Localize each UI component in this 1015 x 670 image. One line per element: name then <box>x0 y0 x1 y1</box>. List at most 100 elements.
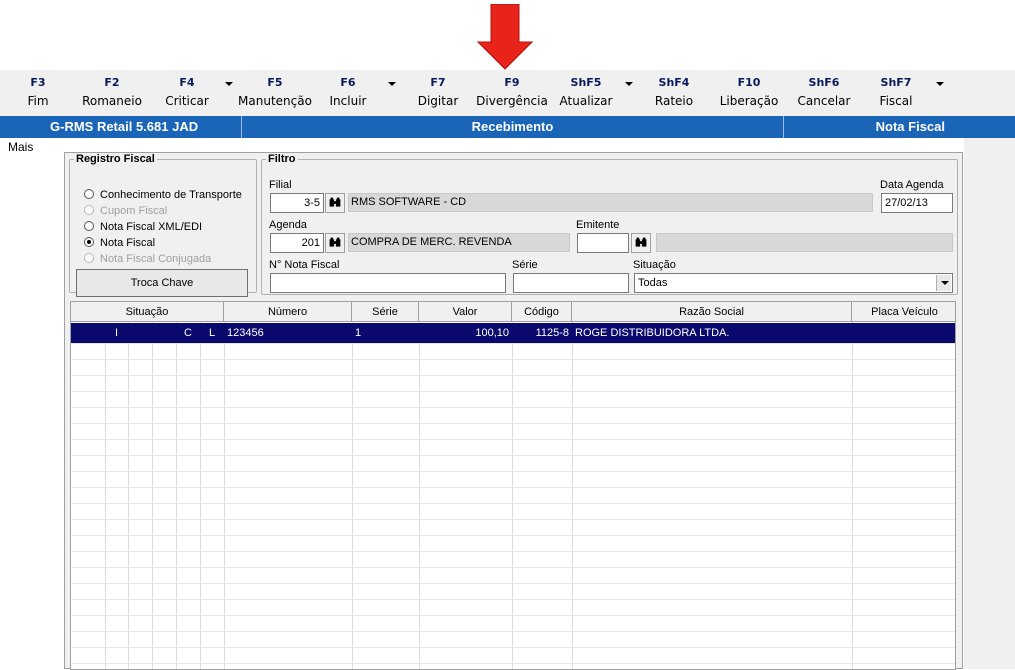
radio-nota-fiscal-xml-edi[interactable]: Nota Fiscal XML/EDI <box>84 219 202 235</box>
situacao-select[interactable]: Todas <box>634 273 953 293</box>
situacao-value: Todas <box>638 277 668 289</box>
digitar-button[interactable]: F7 Digitar <box>414 75 462 115</box>
filtro-group: Filtro Filial 3-5 RMS SOFTWARE - CD Data… <box>261 153 958 295</box>
filial-input[interactable]: 3-5 <box>270 193 324 213</box>
key-label: ShF6 <box>808 76 840 89</box>
module-title: Recebimento <box>471 119 554 134</box>
grid-line <box>71 439 955 440</box>
chevron-down-icon[interactable] <box>936 275 951 291</box>
button-label: Liberação <box>719 94 779 108</box>
data-agenda-input[interactable]: 27/02/13 <box>881 193 953 213</box>
emitente-input[interactable] <box>577 233 629 253</box>
placa-veiculo-cell <box>852 323 955 343</box>
manutencao-button[interactable]: F5 Manutenção <box>238 75 312 115</box>
registro-fiscal-legend: Registro Fiscal <box>76 153 155 165</box>
button-label: Divergência <box>476 94 548 108</box>
grid-line <box>71 519 955 520</box>
radio-label: Conhecimento de Transporte <box>100 189 242 201</box>
cancelar-button[interactable]: ShF6 Cancelar <box>795 75 853 115</box>
col-header-valor[interactable]: Valor <box>419 302 512 322</box>
screen-title: Nota Fiscal <box>875 119 945 134</box>
key-label: F6 <box>340 76 356 89</box>
grid-line <box>71 375 955 376</box>
incluir-dropdown-icon[interactable] <box>388 82 396 86</box>
grid-line <box>71 551 955 552</box>
grid-line <box>71 503 955 504</box>
filtro-legend: Filtro <box>268 153 296 165</box>
binoculars-icon[interactable] <box>325 193 345 213</box>
col-header-serie[interactable]: Série <box>352 302 419 322</box>
key-label: ShF5 <box>570 76 602 89</box>
binoculars-icon[interactable] <box>325 233 345 253</box>
serie-label: Série <box>512 259 538 271</box>
fiscal-dropdown-icon[interactable] <box>936 82 944 86</box>
mais-link[interactable]: Mais <box>8 140 33 154</box>
nota-fiscal-input[interactable] <box>270 273 506 293</box>
col-header-numero[interactable]: Número <box>224 302 352 322</box>
serie-input[interactable] <box>513 273 629 293</box>
criticar-button[interactable]: F4 Criticar <box>160 75 214 115</box>
button-label: Incluir <box>329 94 367 108</box>
grid-line <box>71 567 955 568</box>
atualizar-button[interactable]: ShF5 Atualizar <box>558 75 614 115</box>
button-label: Criticar <box>165 94 209 108</box>
razao-social-cell: ROGE DISTRIBUIDORA LTDA. <box>575 327 730 339</box>
grid-line <box>71 631 955 632</box>
numero-cell: 123456 <box>227 327 264 339</box>
valor-cell: 100,10 <box>475 327 509 339</box>
radio-nota-fiscal[interactable]: Nota Fiscal <box>84 235 155 251</box>
emitente-label: Emitente <box>576 219 620 231</box>
romaneio-button[interactable]: F2 Romaneio <box>80 75 144 115</box>
radio-label: Nota Fiscal <box>100 237 156 249</box>
title-bar: G-RMS Retail 5.681 JAD Recebimento Nota … <box>0 116 1015 138</box>
divergencia-button[interactable]: F9 Divergência <box>476 75 548 115</box>
notas-grid: Situação Número Série Valor Código Razão… <box>70 301 956 670</box>
col-header-razao-social[interactable]: Razão Social <box>572 302 852 322</box>
button-label: Cancelar <box>797 94 851 108</box>
key-label: F3 <box>30 76 46 89</box>
button-label: Digitar <box>417 94 459 108</box>
red-down-arrow-icon <box>477 4 533 70</box>
radio-label: Nota Fiscal Conjugada <box>100 253 212 265</box>
nota-fiscal-label: N° Nota Fiscal <box>269 259 340 271</box>
fiscal-button[interactable]: ShF7 Fiscal <box>872 75 920 115</box>
grid-line <box>71 615 955 616</box>
incluir-button[interactable]: F6 Incluir <box>325 75 371 115</box>
radio-conhecimento-transporte[interactable]: Conhecimento de Transporte <box>84 187 242 203</box>
button-label: Romaneio <box>82 94 142 108</box>
grid-line <box>71 343 955 344</box>
col-header-codigo[interactable]: Código <box>512 302 572 322</box>
grid-line <box>71 663 955 664</box>
fim-button[interactable]: F3 Fim <box>18 75 58 115</box>
function-key-toolbar: F3 Fim F2 Romaneio F4 Criticar F5 Manute… <box>0 70 1015 116</box>
flag-cell: C <box>184 327 192 339</box>
troca-chave-button[interactable]: Troca Chave <box>76 269 248 297</box>
radio-selected-icon <box>84 237 94 247</box>
codigo-cell: 1125-8 <box>535 327 569 339</box>
radio-icon <box>84 189 94 199</box>
criticar-dropdown-icon[interactable] <box>225 82 233 86</box>
grid-line <box>71 391 955 392</box>
table-row[interactable]: I C L 123456 1 100,10 1125-8 ROGE DISTRI… <box>71 323 955 343</box>
grid-line <box>71 423 955 424</box>
agenda-input[interactable]: 201 <box>270 233 324 253</box>
app-title: G-RMS Retail 5.681 JAD <box>50 119 199 134</box>
grid-line <box>71 583 955 584</box>
radio-icon <box>84 221 94 231</box>
side-strip <box>964 138 1015 669</box>
col-header-situacao[interactable]: Situação <box>71 302 224 322</box>
rateio-button[interactable]: ShF4 Rateio <box>650 75 698 115</box>
button-label: Atualizar <box>559 94 613 108</box>
atualizar-dropdown-icon[interactable] <box>625 82 633 86</box>
liberacao-button[interactable]: F10 Liberação <box>718 75 780 115</box>
grid-line <box>71 471 955 472</box>
radio-icon <box>84 205 94 215</box>
col-header-placa-veiculo[interactable]: Placa Veículo <box>852 302 955 322</box>
binoculars-icon[interactable] <box>631 233 651 253</box>
radio-label: Nota Fiscal XML/EDI <box>100 221 203 233</box>
key-label: F9 <box>504 76 520 89</box>
grid-line <box>71 647 955 648</box>
grid-line <box>71 407 955 408</box>
registro-fiscal-group: Registro Fiscal Conhecimento de Transpor… <box>69 153 257 297</box>
button-label: Manutenção <box>238 94 312 108</box>
